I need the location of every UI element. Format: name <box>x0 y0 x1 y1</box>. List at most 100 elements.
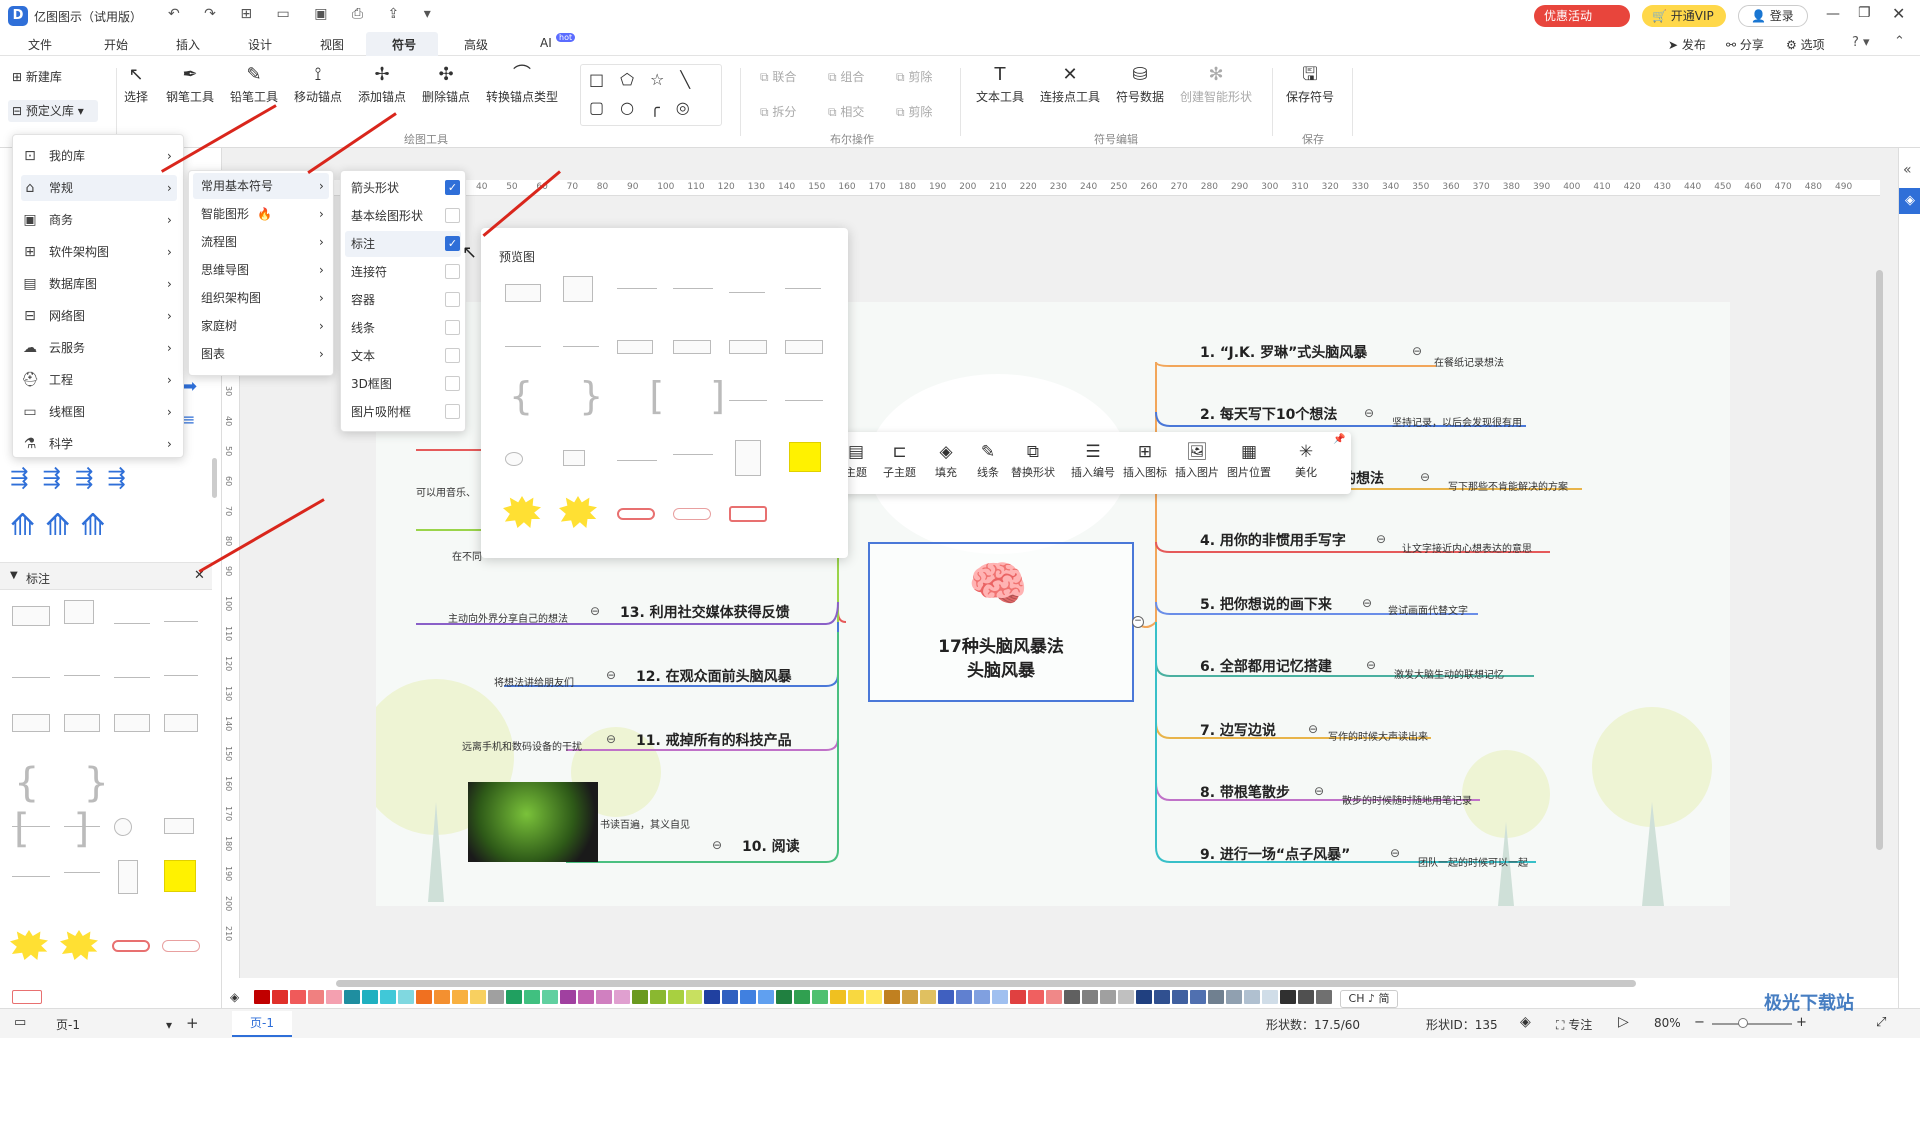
connection-point-tool-button[interactable]: ✕ 连接点工具 <box>1040 62 1100 105</box>
tab-view[interactable]: 视图 <box>320 36 344 53</box>
submenu-org-chart[interactable]: 组织架构图 › <box>193 285 329 311</box>
combine-button[interactable]: ⧉ 组合 <box>828 68 864 85</box>
share-button[interactable]: ⚯ 分享 <box>1726 36 1764 53</box>
topic-13[interactable]: 13. 利用社交媒体获得反馈 <box>620 602 790 622</box>
page-tab[interactable]: 页-1 <box>232 1011 292 1037</box>
topic-12[interactable]: 12. 在观众面前头脑风暴 <box>636 666 792 686</box>
callout-symbol[interactable] <box>64 656 100 676</box>
callout-symbol[interactable] <box>64 600 94 624</box>
shape-row-2[interactable]: ▢○╭◎ <box>589 98 706 117</box>
zoom-slider-thumb[interactable] <box>1738 1018 1748 1028</box>
color-swatch[interactable] <box>848 990 864 1004</box>
collapse-toggle[interactable]: ⊖ <box>1364 406 1374 420</box>
checkbox-basic-shapes[interactable] <box>445 208 460 223</box>
menu-item-network[interactable]: ⊟ 网络图 › <box>21 303 177 329</box>
publish-button[interactable]: ➤ 发布 <box>1668 36 1706 53</box>
color-swatch[interactable] <box>668 990 684 1004</box>
check-item-image-frame[interactable]: 图片吸附框 <box>351 399 411 425</box>
shape-gallery[interactable]: □⬠☆╲ ▢○╭◎ <box>580 64 722 126</box>
submenu-common-symbols[interactable]: 常用基本符号 › <box>193 173 329 199</box>
section-header-callout[interactable]: ▼ 标注 ✕ <box>0 562 212 590</box>
color-swatch[interactable] <box>380 990 396 1004</box>
shape-row-1[interactable]: □⬠☆╲ <box>589 70 706 89</box>
menu-item-software-arch[interactable]: ⊞ 软件架构图 › <box>21 239 177 265</box>
topic-4[interactable]: 4. 用你的非惯用手写字 <box>1200 530 1346 550</box>
callout-symbol[interactable] <box>64 826 100 827</box>
topic-1[interactable]: 1. “J.K. 罗琳”式头脑风暴 <box>1200 342 1367 362</box>
sticky-note-symbol[interactable] <box>164 860 196 892</box>
topic-13-note[interactable]: 主动向外界分享自己的想法 <box>448 610 568 625</box>
collapse-toggle[interactable]: ⊖ <box>606 732 616 746</box>
check-item-text[interactable]: 文本 <box>351 343 375 369</box>
split-button[interactable]: ⧉ 拆分 <box>760 103 796 120</box>
color-swatch[interactable] <box>650 990 666 1004</box>
color-swatch[interactable] <box>884 990 900 1004</box>
color-swatch[interactable] <box>1010 990 1026 1004</box>
color-swatch[interactable] <box>1262 990 1278 1004</box>
pin-icon[interactable]: 📌 <box>1333 434 1345 445</box>
check-item-basic-shapes[interactable]: 基本绘图形状 <box>351 203 423 229</box>
menu-item-wireframe[interactable]: ▭ 线框图 › <box>21 399 177 425</box>
collapse-toggle[interactable]: ⊖ <box>1420 470 1430 484</box>
checkbox-callout[interactable]: ✓ <box>445 236 460 251</box>
predefined-library-button[interactable]: ⊟ 预定义库 ▾ <box>8 100 98 122</box>
page-view-icon[interactable]: ▭ <box>14 1015 26 1030</box>
topic-11[interactable]: 11. 戒掉所有的科技产品 <box>636 730 792 750</box>
collapse-toggle[interactable]: ⊖ <box>1390 846 1400 860</box>
color-swatch[interactable] <box>722 990 738 1004</box>
color-swatch[interactable] <box>1064 990 1080 1004</box>
callout-symbol[interactable] <box>114 818 132 836</box>
collapse-toggle[interactable]: ⊖ <box>1366 658 1376 672</box>
focus-button[interactable]: ⛶ 专注 <box>1556 1016 1592 1033</box>
layers-icon[interactable]: ◈ <box>1520 1014 1531 1030</box>
tab-symbol[interactable]: 符号 <box>392 36 416 53</box>
collapse-toggle[interactable]: ⊖ <box>1314 784 1324 798</box>
fit-page-icon[interactable]: ⤢ <box>1876 1015 1886 1030</box>
ctx-insert-number-button[interactable]: ☰ 插入编号 <box>1071 440 1115 480</box>
callout-symbol[interactable] <box>12 876 50 877</box>
submenu-smart-graphics[interactable]: 智能图形 🔥 › <box>193 201 329 227</box>
color-swatch[interactable] <box>362 990 378 1004</box>
color-swatch[interactable] <box>416 990 432 1004</box>
callout-symbol[interactable] <box>164 656 198 676</box>
callout-symbol[interactable] <box>114 658 150 678</box>
collapse-toggle[interactable]: ⊖ <box>1376 532 1386 546</box>
topic-partial-note[interactable]: 在不同 <box>452 548 482 563</box>
lines-symbol[interactable]: ≡ <box>182 410 195 429</box>
topic-5[interactable]: 5. 把你想说的画下来 <box>1200 594 1332 614</box>
collapse-toggle[interactable]: ⊖ <box>712 838 722 852</box>
color-swatch[interactable] <box>938 990 954 1004</box>
callout-symbol[interactable] <box>164 714 198 732</box>
arrow-symbol[interactable]: ➡ <box>182 376 197 397</box>
topic-8-note[interactable]: 散步的时候随时随地用笔记录 <box>1342 792 1472 807</box>
tab-insert[interactable]: 插入 <box>176 36 200 53</box>
topic-5-note[interactable]: 尝试画面代替文字 <box>1388 602 1468 617</box>
move-anchor-button[interactable]: ⟟ 移动锚点 <box>294 62 342 105</box>
ctx-replace-shape-button[interactable]: ⧉ 替换形状 <box>1011 440 1055 480</box>
check-item-lines[interactable]: 线条 <box>351 315 375 341</box>
checkbox-image-frame[interactable] <box>445 404 460 419</box>
format-paint-icon[interactable]: ◈ <box>1899 188 1920 214</box>
topic-9-note[interactable]: 团队一起的时候可以一起 <box>1418 854 1528 869</box>
topic-10-note[interactable]: 书读百遍，其义自见 <box>600 816 690 831</box>
menu-item-science[interactable]: ⚗ 科学 › <box>21 431 177 457</box>
checkbox-lines[interactable] <box>445 320 460 335</box>
maximize-button[interactable]: ❐ <box>1858 5 1871 21</box>
color-swatch[interactable] <box>290 990 306 1004</box>
color-swatch[interactable] <box>902 990 918 1004</box>
color-swatch[interactable] <box>542 990 558 1004</box>
menu-item-cloud[interactable]: ☁ 云服务 › <box>21 335 177 361</box>
callout-symbol[interactable] <box>64 714 100 732</box>
urgent-symbol[interactable] <box>12 990 42 1004</box>
menu-item-general[interactable]: ⌂ 常规 › <box>21 175 177 201</box>
color-swatch[interactable] <box>1208 990 1224 1004</box>
color-swatch[interactable] <box>344 990 360 1004</box>
menu-item-my-library[interactable]: ⊡ 我的库 › <box>21 143 177 169</box>
quick-access-toolbar[interactable]: ↶ ↷ ⊞ ▭ ▣ ⎙ ⇪ ▾ <box>168 6 441 22</box>
tab-home[interactable]: 开始 <box>104 36 128 53</box>
color-swatch[interactable] <box>686 990 702 1004</box>
ctx-subtopic-button[interactable]: ⊏ 子主题 <box>883 440 916 480</box>
horizontal-scrollbar[interactable] <box>336 980 1636 987</box>
login-button[interactable]: 👤 登录 <box>1738 5 1808 27</box>
color-swatch[interactable] <box>812 990 828 1004</box>
